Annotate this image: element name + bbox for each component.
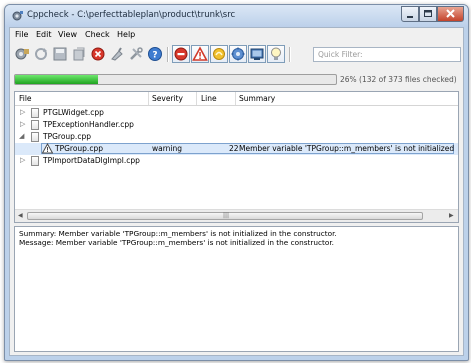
column-divider[interactable]	[235, 92, 236, 105]
open-results-icon	[73, 47, 85, 61]
menu-edit[interactable]: Edit	[36, 30, 52, 39]
scroll-right-icon[interactable]: ▶	[449, 212, 454, 219]
about-icon: ?	[148, 47, 162, 61]
minimize-icon	[407, 16, 413, 18]
file-name: TPImportDataDlgImpl.cpp	[43, 156, 140, 165]
show-performance-toggle[interactable]	[229, 45, 247, 63]
file-icon	[31, 120, 39, 130]
file-icon	[31, 132, 39, 142]
expand-arrow-icon[interactable]: ▷	[20, 108, 25, 116]
table-row-selected[interactable]: TPGroup.cpp warning 22 Member variable '…	[15, 143, 458, 155]
toolbar-separator	[167, 47, 169, 62]
close-icon	[446, 9, 455, 18]
scrollbar-thumb[interactable]: |||	[27, 212, 423, 220]
show-information-icon	[271, 47, 281, 60]
summary-cell: Member variable 'TPGroup::m_members' is …	[239, 144, 455, 153]
show-portability-icon	[250, 48, 264, 60]
show-style-toggle[interactable]	[210, 45, 228, 63]
stop-icon	[91, 47, 105, 61]
minimize-button[interactable]	[401, 6, 419, 22]
check-directory-icon	[15, 48, 29, 60]
scrollbar-grip-icon: |||	[223, 212, 230, 219]
table-row[interactable]: ◢ TPGroup.cpp	[15, 131, 458, 143]
horizontal-scrollbar[interactable]: ◀ ||| ▶	[15, 209, 458, 222]
svg-text:?: ?	[152, 51, 157, 61]
results-header: File Severity Line Summary	[15, 92, 458, 106]
close-button[interactable]	[437, 6, 464, 22]
file-name: TPGroup.cpp	[55, 144, 103, 153]
expand-arrow-icon[interactable]: ▷	[20, 120, 25, 128]
maximize-button[interactable]	[419, 6, 437, 22]
column-divider[interactable]	[148, 92, 149, 105]
menu-view[interactable]: View	[58, 30, 77, 39]
check-progress-bar	[14, 74, 337, 85]
window-title: Cppcheck - C:\perfecttableplan\product\t…	[27, 10, 236, 20]
file-name: PTGLWidget.cpp	[43, 108, 104, 117]
file-icon	[31, 156, 39, 166]
show-errors-icon	[174, 47, 188, 61]
app-window: Cppcheck - C:\perfecttableplan\product\t…	[4, 4, 469, 361]
show-errors-toggle[interactable]	[172, 45, 190, 63]
warning-icon	[42, 143, 53, 154]
collapse-arrow-icon[interactable]: ◢	[19, 132, 24, 140]
expand-arrow-icon[interactable]: ▷	[20, 156, 25, 164]
progress-label: 26% (132 of 373 files checked)	[340, 75, 457, 84]
clear-button[interactable]	[108, 45, 126, 63]
save-results-icon	[53, 47, 67, 61]
show-warnings-toggle[interactable]	[191, 45, 209, 63]
column-divider[interactable]	[196, 92, 197, 105]
reload-icon	[35, 48, 47, 60]
details-message: Message: Member variable 'TPGroup::m_mem…	[19, 237, 334, 247]
settings-icon	[130, 47, 143, 60]
table-row[interactable]: ▷ TPExceptionHandler.cpp	[15, 119, 458, 131]
show-information-toggle[interactable]	[267, 45, 285, 63]
details-pane: Summary: Member variable 'TPGroup::m_mem…	[14, 226, 459, 352]
reload-button[interactable]	[32, 45, 50, 63]
line-cell: 22	[229, 144, 239, 153]
table-row[interactable]: ▷ TPImportDataDlgImpl.cpp	[15, 155, 458, 167]
save-results-button[interactable]	[51, 45, 69, 63]
maximize-icon	[424, 10, 432, 17]
show-style-icon	[213, 48, 225, 60]
severity-cell: warning	[152, 144, 183, 153]
column-file-header[interactable]: File	[19, 94, 32, 103]
cppcheck-app-icon	[12, 11, 23, 21]
menu-bar: File Edit View Check Help	[10, 28, 463, 43]
stop-button[interactable]	[89, 45, 107, 63]
show-warnings-icon	[192, 46, 208, 61]
file-name: TPGroup.cpp	[43, 132, 91, 141]
about-button[interactable]: ?	[146, 45, 164, 63]
main-client-area: File Edit View Check Help ? Quick Filter…	[9, 27, 464, 356]
settings-button[interactable]	[127, 45, 145, 63]
column-line-header[interactable]: Line	[201, 94, 217, 103]
file-name: TPExceptionHandler.cpp	[43, 120, 134, 129]
scroll-left-icon[interactable]: ◀	[18, 212, 23, 219]
column-severity-header[interactable]: Severity	[152, 94, 183, 103]
check-directory-button[interactable]	[13, 45, 31, 63]
menu-help[interactable]: Help	[117, 30, 135, 39]
file-icon	[31, 108, 39, 118]
clear-icon	[111, 47, 123, 61]
show-performance-icon	[231, 47, 245, 61]
title-bar[interactable]: Cppcheck - C:\perfecttableplan\product\t…	[5, 5, 468, 27]
toolbar-separator	[289, 47, 291, 62]
column-summary-header[interactable]: Summary	[239, 94, 275, 103]
progress-fill	[15, 75, 99, 84]
menu-file[interactable]: File	[15, 30, 28, 39]
open-results-button[interactable]	[70, 45, 88, 63]
show-portability-toggle[interactable]	[248, 45, 266, 63]
table-row[interactable]: ▷ PTGLWidget.cpp	[15, 107, 458, 119]
toolbar: ? Quick Filter:	[10, 44, 463, 65]
results-tree[interactable]: File Severity Line Summary ▷ PTGLWidget.…	[14, 91, 459, 223]
quick-filter-input[interactable]: Quick Filter:	[313, 47, 461, 62]
menu-check[interactable]: Check	[85, 30, 110, 39]
